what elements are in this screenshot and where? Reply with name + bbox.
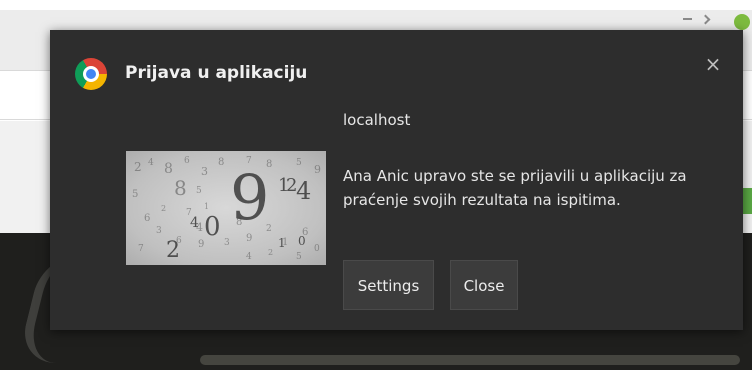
svg-text:1: 1 (204, 202, 209, 211)
svg-text:0: 0 (204, 212, 221, 242)
svg-text:8: 8 (174, 176, 187, 200)
svg-text:4: 4 (296, 177, 311, 205)
minimize-icon (683, 18, 692, 20)
svg-text:3: 3 (201, 165, 208, 178)
svg-text:5: 5 (132, 189, 138, 200)
svg-text:9: 9 (246, 233, 252, 244)
notification-popup: Prijava u aplikaciju × 2 4 8 6 3 8 7 8 5… (50, 30, 743, 330)
chrome-icon (75, 58, 107, 90)
svg-text:4: 4 (246, 252, 252, 262)
svg-text:4: 4 (148, 158, 154, 168)
svg-text:6: 6 (184, 156, 190, 166)
notification-message: Ana Anic upravo ste se prijavili u aplik… (343, 167, 687, 209)
notification-origin: localhost (343, 111, 411, 129)
close-button[interactable]: Close (450, 260, 518, 310)
svg-text:7: 7 (138, 244, 144, 254)
chalk-stroke (200, 355, 740, 365)
svg-text:2: 2 (134, 160, 142, 174)
svg-text:0: 0 (314, 244, 320, 254)
svg-text:8: 8 (218, 157, 224, 168)
svg-text:4: 4 (190, 215, 199, 231)
numbers-collage-graphic: 2 4 8 6 3 8 7 8 5 9 5 8 5 1 7 6 2 3 6 4 (132, 156, 321, 263)
svg-text:3: 3 (156, 226, 162, 236)
svg-text:9: 9 (230, 161, 269, 234)
svg-text:6: 6 (144, 213, 150, 224)
background-window-top (0, 0, 752, 10)
close-icon[interactable]: × (703, 54, 723, 74)
svg-text:0: 0 (298, 234, 306, 248)
svg-text:9: 9 (314, 163, 321, 176)
svg-text:5: 5 (196, 186, 202, 196)
numbers-collage-image: 2 4 8 6 3 8 7 8 5 9 5 8 5 1 7 6 2 3 6 4 (126, 151, 326, 265)
svg-text:5: 5 (296, 158, 302, 168)
svg-text:2: 2 (166, 238, 180, 263)
svg-text:2: 2 (268, 248, 273, 257)
svg-text:3: 3 (224, 238, 230, 248)
notification-title: Prijava u aplikaciju (125, 63, 308, 83)
svg-text:8: 8 (164, 161, 173, 177)
svg-text:5: 5 (296, 252, 302, 262)
window-close-icon (734, 14, 750, 30)
svg-text:2: 2 (161, 204, 166, 213)
svg-text:1: 1 (278, 236, 286, 250)
settings-button[interactable]: Settings (343, 260, 434, 310)
